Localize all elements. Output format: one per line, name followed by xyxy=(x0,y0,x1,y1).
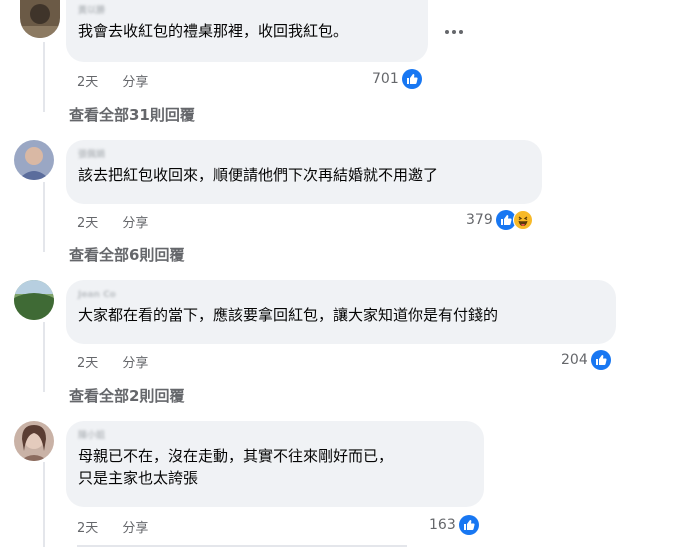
share-button[interactable]: 分享 xyxy=(122,356,148,371)
avatar[interactable] xyxy=(20,0,60,38)
comment-time[interactable]: 2天 xyxy=(77,521,98,536)
comment-time[interactable]: 2天 xyxy=(77,75,98,90)
reaction-summary[interactable]: 701 xyxy=(372,69,422,89)
like-icon xyxy=(458,515,479,535)
thread-line xyxy=(43,322,45,392)
comment-author[interactable]: 張佩娟 xyxy=(78,148,530,162)
comment-text: 大家都在看的當下，應該要拿回紅包，讓大家知道你是有付錢的 xyxy=(78,306,499,324)
reaction-count: 163 xyxy=(429,517,456,533)
comment-time[interactable]: 2天 xyxy=(77,216,98,231)
comment-author[interactable]: 黃以勝 xyxy=(78,4,416,18)
comment-author[interactable]: Jean Co xyxy=(78,288,604,302)
comment-bubble: 張佩娟 該去把紅包收回來，順便請他們下次再結婚就不用邀了 xyxy=(66,140,542,204)
reaction-summary[interactable]: 379 xyxy=(466,210,533,230)
view-replies-link[interactable]: 查看全部6則回覆 xyxy=(69,244,184,265)
haha-icon xyxy=(512,210,533,230)
comment-text: 我會去收紅包的禮桌那裡，收回我紅包。 xyxy=(78,22,349,40)
avatar[interactable] xyxy=(14,280,54,320)
more-options-icon[interactable] xyxy=(445,30,463,34)
view-replies-link[interactable]: 查看全部31則回覆 xyxy=(69,104,195,125)
comment-meta: 2天 分享 xyxy=(77,352,168,371)
reaction-summary[interactable]: 204 xyxy=(561,350,611,370)
like-icon xyxy=(590,350,611,370)
view-replies-link[interactable]: 查看全部2則回覆 xyxy=(69,385,184,406)
comment-text: 該去把紅包收回來，順便請他們下次再結婚就不用邀了 xyxy=(78,166,439,184)
thread-line xyxy=(43,42,45,112)
like-icon xyxy=(401,69,422,89)
comment-bubble: Jean Co 大家都在看的當下，應該要拿回紅包，讓大家知道你是有付錢的 xyxy=(66,280,616,344)
comment-text-line: 母親已不在，沒在走動，其實不往來剛好而已， xyxy=(78,447,394,465)
comment-bubble: 陳小姐 母親已不在，沒在走動，其實不往來剛好而已， 只是主家也太誇張 xyxy=(66,421,484,507)
avatar[interactable] xyxy=(14,421,54,461)
comment-time[interactable]: 2天 xyxy=(77,356,98,371)
thread-line xyxy=(43,462,45,547)
reaction-count: 379 xyxy=(466,212,493,228)
comment-meta: 2天 分享 xyxy=(77,71,168,90)
comment-meta: 2天 分享 xyxy=(77,212,168,231)
share-button[interactable]: 分享 xyxy=(122,75,148,90)
share-button[interactable]: 分享 xyxy=(122,216,148,231)
comment-text-line: 只是主家也太誇張 xyxy=(78,469,199,487)
reaction-summary[interactable]: 163 xyxy=(429,515,479,535)
reaction-count: 204 xyxy=(561,352,588,368)
share-button[interactable]: 分享 xyxy=(122,521,148,536)
comment-meta: 2天 分享 xyxy=(77,517,168,536)
comment-author[interactable]: 陳小姐 xyxy=(78,429,472,443)
thread-line xyxy=(43,182,45,252)
avatar[interactable] xyxy=(14,140,54,180)
comment-bubble: 黃以勝 我會去收紅包的禮桌那裡，收回我紅包。 xyxy=(66,0,428,62)
reaction-count: 701 xyxy=(372,71,399,87)
